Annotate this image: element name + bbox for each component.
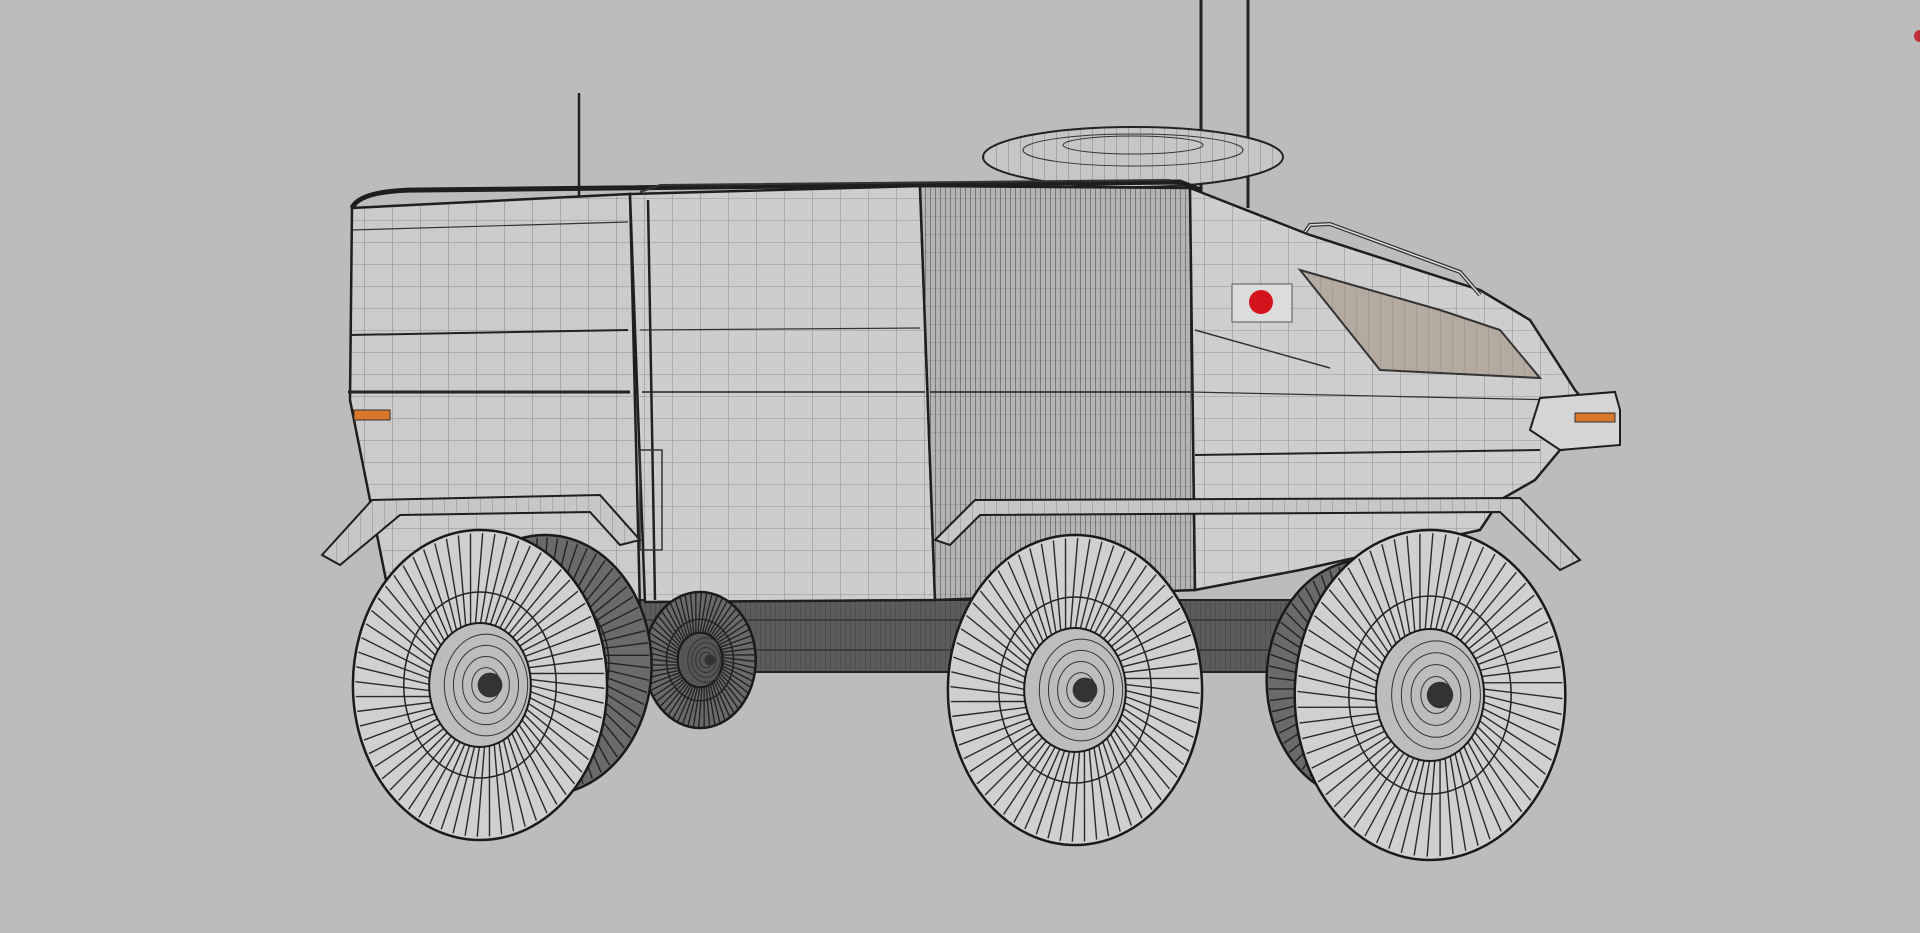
wheel	[946, 533, 1204, 847]
wheel	[1293, 528, 1567, 862]
middle-box	[628, 184, 937, 604]
roof-dish	[982, 126, 1284, 188]
flag-emblem	[1231, 283, 1293, 323]
viewport-corner-marker	[1914, 30, 1920, 42]
cab-section	[1188, 186, 1621, 592]
wireframe-rover-model[interactable]	[0, 0, 1920, 933]
wheel-far	[642, 590, 758, 730]
wheel	[351, 528, 609, 842]
3d-viewport[interactable]	[0, 0, 1920, 933]
